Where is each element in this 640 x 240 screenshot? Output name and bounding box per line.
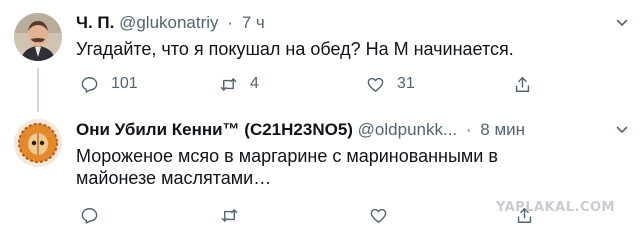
author-handle[interactable]: @glukonatriy	[119, 13, 218, 32]
tweet-text: Мороженое мсяо в маргарине с маринованны…	[76, 145, 576, 189]
like-icon	[366, 75, 385, 94]
share-button[interactable]	[513, 72, 532, 96]
avatar-kenny-orange-hood-icon	[14, 119, 62, 167]
like-count: 31	[397, 75, 415, 92]
timestamp[interactable]: 8 мин	[480, 120, 525, 139]
retweet-icon	[219, 75, 238, 94]
retweet-count: 4	[250, 75, 259, 92]
chevron-down-icon[interactable]	[616, 16, 628, 28]
tweet-text-line: Мороженое мсяо в маргарине с маринованны…	[76, 146, 498, 166]
reply-icon	[80, 75, 99, 94]
tweet-text: Угадайте, что я покушал на обед? На М на…	[76, 39, 514, 59]
separator-dot: ·	[465, 120, 472, 139]
tweet-text-line: майонезе маслятами…	[76, 168, 272, 188]
reply-count: 101	[111, 75, 138, 92]
like-icon	[369, 206, 388, 225]
separator-dot: ·	[227, 13, 233, 32]
avatar-man-mustache-icon	[14, 13, 62, 61]
reply-icon	[80, 206, 99, 225]
retweet-button[interactable]: 4	[219, 72, 259, 96]
timestamp[interactable]: 7 ч	[242, 13, 265, 32]
author-handle[interactable]: @oldpunkk...	[358, 120, 457, 139]
tweet: Они Убили Кенни™ (C21H23NO5) @oldpunkk..…	[0, 112, 640, 240]
tweet: Ч. П. @glukonatriy · 7 ч Угадайте, что я…	[0, 0, 640, 112]
tweet-header: Они Убили Кенни™ (C21H23NO5) @oldpunkk..…	[76, 119, 525, 141]
author-name[interactable]: Ч. П.	[76, 13, 114, 32]
author-name[interactable]: Они Убили Кенни™ (C21H23NO5)	[76, 120, 353, 139]
retweet-button[interactable]	[220, 203, 239, 227]
tweet-header: Ч. П. @glukonatriy · 7 ч	[76, 12, 265, 34]
chevron-down-icon[interactable]	[616, 123, 628, 135]
watermark: YAPLAKAL.COM	[496, 200, 615, 215]
share-icon	[513, 75, 532, 94]
retweet-icon	[220, 206, 239, 225]
reply-button[interactable]	[80, 203, 99, 227]
like-button[interactable]	[369, 203, 388, 227]
avatar[interactable]	[14, 13, 62, 61]
reply-button[interactable]: 101	[80, 72, 138, 96]
avatar[interactable]	[14, 119, 62, 167]
tweet-actions: 101 4 31	[76, 72, 640, 96]
like-button[interactable]: 31	[366, 72, 415, 96]
thread-line	[37, 68, 39, 112]
